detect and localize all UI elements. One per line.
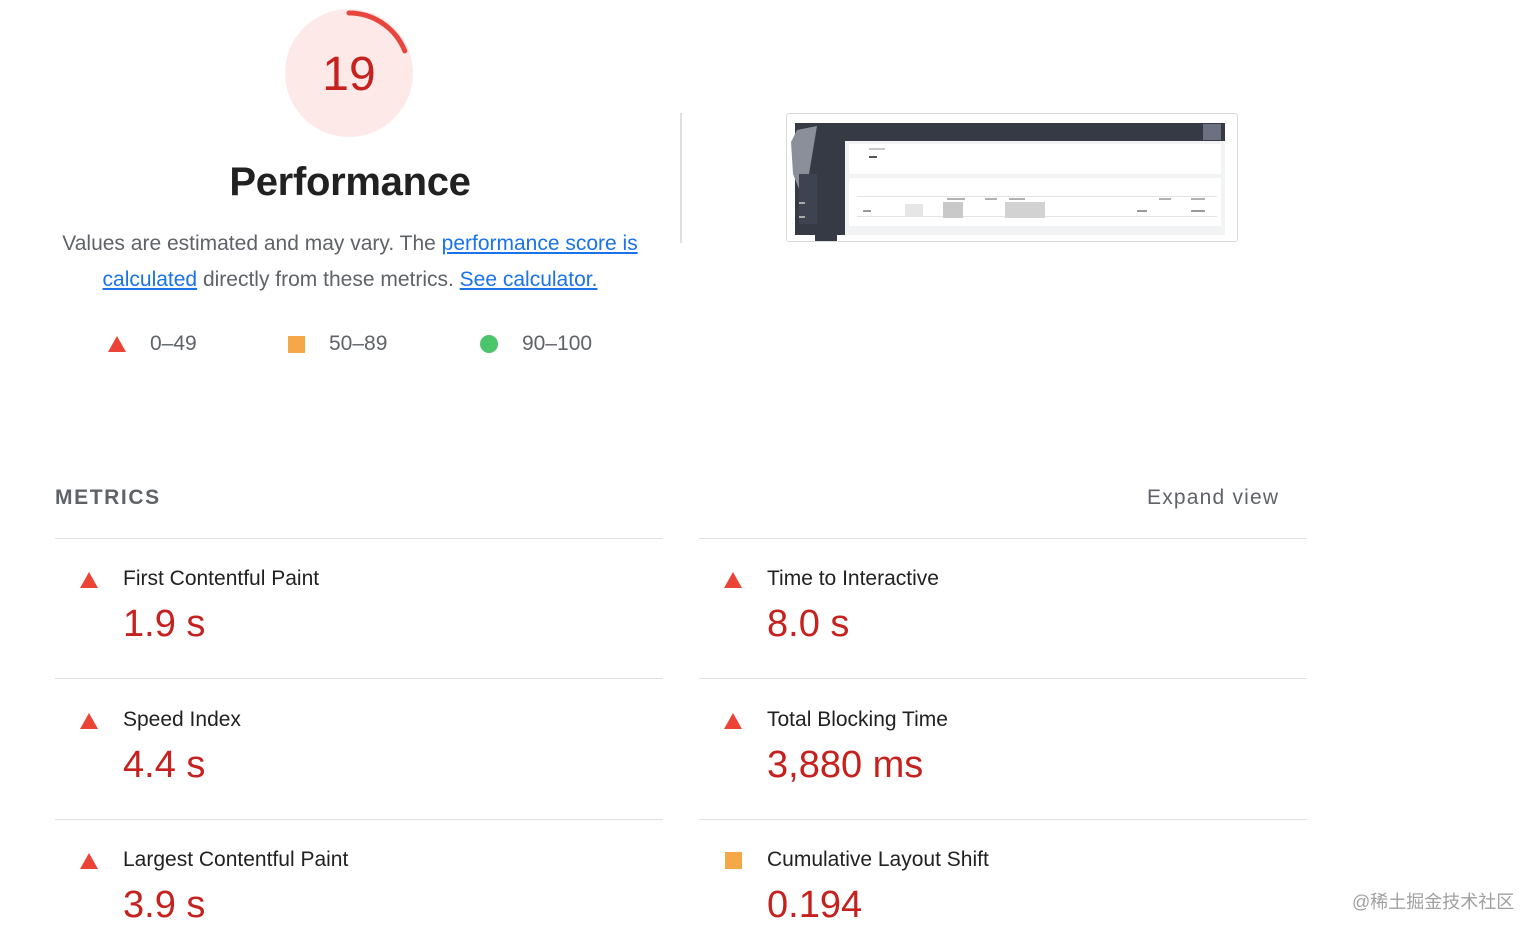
metric-value: 3,880 ms <box>767 744 924 786</box>
metric-label: Largest Contentful Paint <box>123 848 349 871</box>
circle-icon <box>480 335 498 353</box>
category-title: Performance <box>229 160 471 204</box>
performance-score: 19 <box>322 47 376 101</box>
legend-label: 0–49 <box>150 332 197 355</box>
legend-label: 90–100 <box>522 332 593 355</box>
legend-item-fail: 0–49 <box>108 332 197 356</box>
metric-total-blocking-time: Total Blocking Time 3,880 ms <box>699 680 1299 800</box>
fail-triangle-icon <box>80 572 98 588</box>
metric-value: 0.194 <box>767 884 863 926</box>
square-icon <box>288 335 305 353</box>
screenshot-image <box>787 114 1237 241</box>
legend-item-pass: 90–100 <box>480 332 592 356</box>
metric-label: First Contentful Paint <box>123 567 320 590</box>
legend-item-average: 50–89 <box>288 332 387 356</box>
description-text: Values are estimated and may vary. The <box>62 232 442 255</box>
metrics-header: METRICS <box>55 486 161 509</box>
metric-label: Total Blocking Time <box>767 708 948 731</box>
metric-time-to-interactive: Time to Interactive 8.0 s <box>699 539 1299 659</box>
legend-label: 50–89 <box>329 332 388 355</box>
metric-cumulative-layout-shift: Cumulative Layout Shift 0.194 <box>699 820 1299 940</box>
metric-label: Time to Interactive <box>767 567 939 590</box>
metric-largest-contentful-paint: Largest Contentful Paint 3.9 s <box>55 820 655 940</box>
divider <box>55 678 663 679</box>
metric-value: 8.0 s <box>767 603 850 645</box>
metric-first-contentful-paint: First Contentful Paint 1.9 s <box>55 539 655 659</box>
performance-description: Values are estimated and may vary. The p… <box>40 226 660 298</box>
watermark: @稀土掘金技术社区 <box>1352 892 1515 912</box>
fail-triangle-icon <box>80 853 98 869</box>
triangle-icon <box>108 336 126 352</box>
metric-value: 1.9 s <box>123 603 206 645</box>
metric-speed-index: Speed Index 4.4 s <box>55 680 655 800</box>
see-calculator-link[interactable]: See calculator. <box>460 268 598 291</box>
divider <box>699 678 1307 679</box>
description-text: directly from these metrics. <box>197 268 460 291</box>
metric-value: 4.4 s <box>123 744 206 786</box>
fail-triangle-icon <box>724 572 742 588</box>
performance-gauge: 19 <box>282 6 416 140</box>
fail-triangle-icon <box>80 713 98 729</box>
metric-label: Speed Index <box>123 708 241 731</box>
average-square-icon <box>725 852 742 869</box>
metric-label: Cumulative Layout Shift <box>767 848 989 871</box>
final-screenshot-thumbnail[interactable] <box>786 113 1238 242</box>
expand-view-button[interactable]: Expand view <box>1147 486 1279 510</box>
metric-value: 3.9 s <box>123 884 206 926</box>
fail-triangle-icon <box>724 713 742 729</box>
vertical-divider <box>680 113 682 243</box>
